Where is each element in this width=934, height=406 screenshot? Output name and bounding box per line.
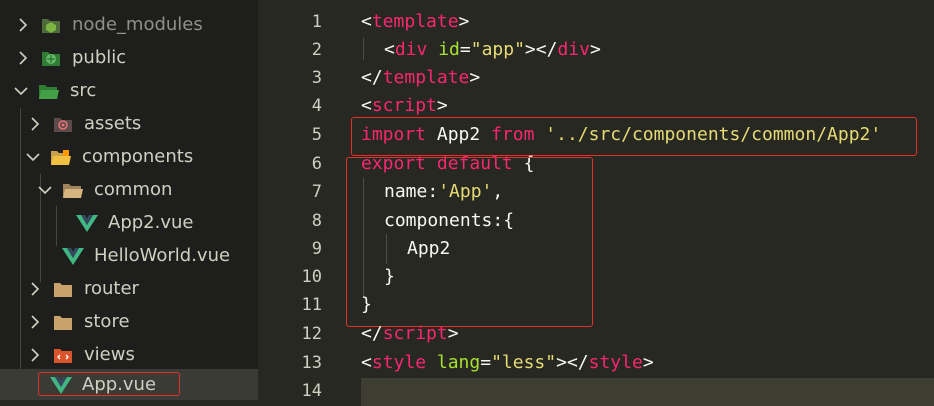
line-number: 1 [311, 12, 322, 32]
folder-icon [52, 279, 74, 299]
tree-item-app2-vue[interactable]: App2.vue [0, 206, 258, 239]
tree-item-components[interactable]: components [0, 140, 258, 173]
tree-item-store[interactable]: store [0, 305, 258, 338]
chevron-right-icon [16, 50, 30, 65]
token: </ [361, 323, 383, 344]
tree-item-views[interactable]: views [0, 338, 258, 371]
chevron-down-icon [14, 84, 28, 98]
code-line-3: </template> [361, 64, 480, 92]
tree-item-label: assets [84, 113, 142, 134]
tree-item-src[interactable]: src [0, 74, 258, 107]
chevron-right-icon [28, 314, 42, 329]
token: > [642, 352, 654, 373]
tree-item-label: App2.vue [108, 212, 194, 233]
tree-item-label: components [82, 146, 194, 167]
token-attr: id [438, 39, 460, 60]
line-number: 9 [311, 239, 322, 259]
token: < [384, 39, 395, 60]
token-tag: style [371, 352, 427, 373]
line-number: 14 [301, 381, 322, 401]
line-number: 5 [311, 125, 322, 145]
export-highlight-box [346, 157, 593, 327]
token-attr: lang [436, 352, 481, 373]
code-line-4: <script> [361, 92, 448, 120]
folder-open-icon [62, 180, 84, 200]
tree-item-label: common [94, 179, 173, 200]
chevron-right-icon [28, 347, 42, 362]
token: > [436, 95, 448, 116]
tree-item-node-modules[interactable]: node_modules [0, 8, 258, 41]
vue-file-icon [62, 246, 84, 266]
tree-item-label: store [84, 311, 130, 332]
code-editor[interactable]: 1 2 3 4 5 6 7 8 9 10 11 12 13 14 <templa… [258, 0, 934, 406]
token: < [361, 95, 372, 116]
tree-item-common[interactable]: common [0, 173, 258, 206]
chevron-right-icon [28, 281, 42, 296]
token: = [480, 352, 492, 373]
line-number: 13 [301, 353, 322, 373]
tree-item-router[interactable]: router [0, 272, 258, 305]
indent-guide [363, 38, 364, 60]
nodejs-folder-icon [40, 15, 62, 35]
tree-item-label: HelloWorld.vue [94, 245, 231, 266]
line-number: 7 [311, 182, 322, 202]
vue-file-icon [76, 213, 98, 233]
chevron-right-icon [16, 17, 30, 32]
line-number: 4 [311, 96, 322, 116]
token-string: "less" [491, 352, 557, 373]
token: > [589, 39, 601, 60]
public-folder-icon [40, 48, 62, 68]
token-tag: script [382, 323, 448, 344]
chevron-down-icon [26, 150, 40, 164]
tree-item-label: node_modules [72, 14, 203, 35]
tree-item-public[interactable]: public [0, 41, 258, 74]
token: > [469, 67, 481, 88]
token: > [447, 323, 459, 344]
components-folder-icon [50, 147, 72, 167]
line-number: 8 [311, 211, 322, 231]
folder-icon [52, 312, 74, 332]
tree-item-helloworld-vue[interactable]: HelloWorld.vue [0, 239, 258, 272]
current-line-highlight [361, 378, 934, 406]
token-string: "app" [470, 39, 525, 60]
token: ></ [556, 352, 589, 373]
token-tag: div [394, 39, 428, 60]
line-number: 11 [301, 295, 322, 315]
token-tag: template [382, 67, 470, 88]
token: > [458, 11, 470, 32]
token-tag: div [557, 39, 590, 60]
tree-item-assets[interactable]: assets [0, 107, 258, 140]
token: ></ [524, 39, 558, 60]
token-tag: style [588, 352, 643, 373]
code-line-1: <template> [361, 8, 469, 36]
assets-folder-icon [52, 114, 74, 134]
tree-item-label: src [70, 80, 97, 101]
line-number: 6 [311, 154, 322, 174]
active-file-highlight-box [38, 372, 180, 396]
token: < [361, 11, 372, 32]
code-line-2: <div id="app"></div> [384, 36, 601, 64]
token: = [459, 39, 471, 60]
code-line-12: </script> [361, 320, 459, 348]
file-explorer: node_modules public src assets component… [0, 0, 258, 400]
chevron-right-icon [28, 116, 42, 131]
token: < [361, 352, 372, 373]
line-number: 3 [311, 68, 322, 88]
code-line-13: <style lang="less"></style> [361, 349, 654, 377]
token-tag: script [371, 95, 437, 116]
line-number: 12 [301, 324, 322, 344]
token: </ [361, 67, 383, 88]
chevron-down-icon [38, 183, 52, 197]
views-folder-icon [52, 345, 74, 365]
tree-item-label: public [72, 47, 127, 68]
line-number: 10 [301, 267, 322, 287]
tree-item-label: views [84, 344, 135, 365]
tree-item-label: router [84, 278, 139, 299]
token-tag: template [371, 11, 459, 32]
src-folder-icon [38, 81, 60, 101]
line-number: 2 [311, 40, 322, 60]
